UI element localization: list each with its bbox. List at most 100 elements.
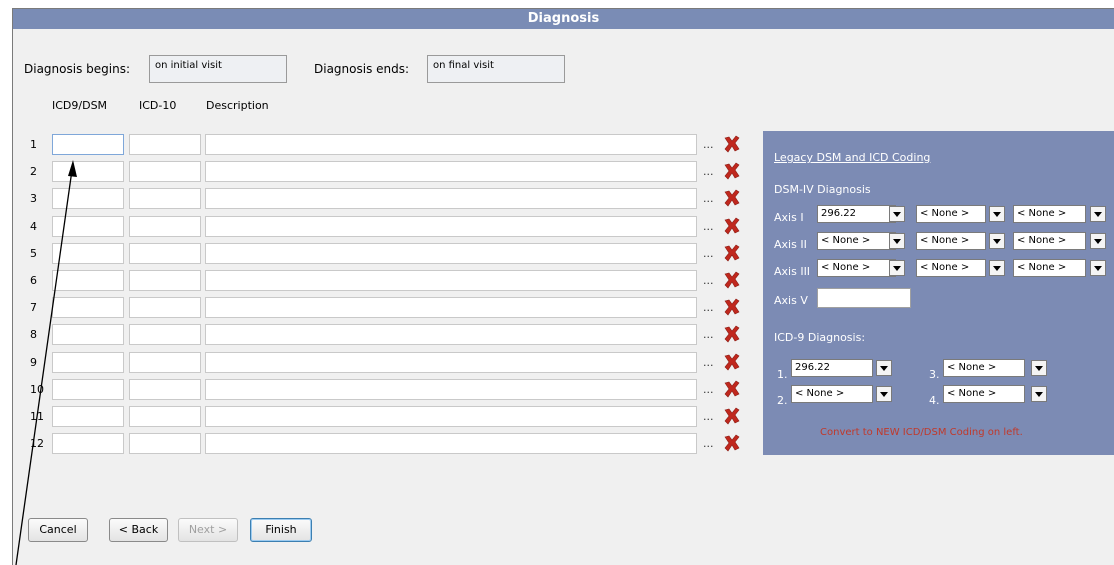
icd10-input[interactable] xyxy=(129,270,201,291)
chevron-down-icon[interactable] xyxy=(1031,386,1047,402)
axis1-combo-2[interactable]: < None > xyxy=(916,205,986,223)
icd9-input[interactable] xyxy=(52,161,124,183)
chevron-down-icon[interactable] xyxy=(989,206,1005,222)
description-input[interactable] xyxy=(205,215,697,237)
axis1-combo-3[interactable]: < None > xyxy=(1013,205,1086,223)
description-input[interactable] xyxy=(205,270,697,291)
delete-icon[interactable] xyxy=(722,134,742,154)
icd10-input[interactable] xyxy=(129,134,201,155)
icd10-input[interactable] xyxy=(129,351,201,373)
back-button[interactable]: < Back xyxy=(109,518,168,542)
icd10-input[interactable] xyxy=(129,188,201,210)
icd9-combo-2[interactable]: < None > xyxy=(791,385,873,403)
delete-icon[interactable] xyxy=(722,352,742,372)
browse-button[interactable]: ... xyxy=(703,328,714,341)
chevron-down-icon[interactable] xyxy=(889,260,905,276)
chevron-down-icon[interactable] xyxy=(1090,260,1106,276)
icd10-input[interactable] xyxy=(129,378,201,400)
axis2-combo-3[interactable]: < None > xyxy=(1013,232,1086,250)
description-input[interactable] xyxy=(205,134,697,155)
description-input[interactable] xyxy=(205,297,697,319)
icd9-input[interactable] xyxy=(52,215,124,237)
delete-icon[interactable] xyxy=(722,297,742,317)
delete-icon[interactable] xyxy=(722,324,742,344)
browse-button[interactable]: ... xyxy=(703,247,714,260)
icd10-input[interactable] xyxy=(129,161,201,183)
axis2-combo-2[interactable]: < None > xyxy=(916,232,986,250)
description-input[interactable] xyxy=(205,242,697,264)
icd9-input[interactable] xyxy=(52,351,124,373)
browse-button[interactable]: ... xyxy=(703,220,714,233)
chevron-down-icon[interactable] xyxy=(1090,233,1106,249)
icd9-input[interactable] xyxy=(52,324,124,346)
delete-icon[interactable] xyxy=(722,161,742,181)
browse-button[interactable]: ... xyxy=(703,410,714,423)
browse-button[interactable]: ... xyxy=(703,383,714,396)
delete-icon[interactable] xyxy=(722,270,742,290)
cancel-button[interactable]: Cancel xyxy=(28,518,88,542)
axis3-combo-2[interactable]: < None > xyxy=(916,259,986,277)
chevron-down-icon[interactable] xyxy=(989,233,1005,249)
delete-icon[interactable] xyxy=(722,433,742,453)
icd10-input[interactable] xyxy=(129,324,201,346)
icd9-input[interactable] xyxy=(52,270,124,291)
icd9-input[interactable] xyxy=(52,433,124,455)
browse-button[interactable]: ... xyxy=(703,356,714,369)
row-number: 10 xyxy=(30,382,44,396)
chevron-down-icon[interactable] xyxy=(876,386,892,402)
diagnosis-begins-field[interactable]: on initial visit xyxy=(149,55,287,83)
description-input[interactable] xyxy=(205,378,697,400)
finish-button[interactable]: Finish xyxy=(250,518,312,542)
delete-icon[interactable] xyxy=(722,243,742,263)
browse-button[interactable]: ... xyxy=(703,192,714,205)
browse-button[interactable]: ... xyxy=(703,138,714,151)
icd9-input[interactable] xyxy=(52,134,124,155)
axis5-input[interactable] xyxy=(817,288,911,308)
row-number: 8 xyxy=(30,328,37,342)
browse-button[interactable]: ... xyxy=(703,165,714,178)
browse-button[interactable]: ... xyxy=(703,301,714,314)
icd9-combo-4[interactable]: < None > xyxy=(943,385,1025,403)
icd9-input[interactable] xyxy=(52,188,124,210)
axis1-combo-1[interactable]: 296.22 xyxy=(817,205,896,223)
axis3-combo-1[interactable]: < None > xyxy=(817,259,896,277)
legacy-heading[interactable]: Legacy DSM and ICD Coding xyxy=(774,151,930,164)
icd9-combo-3[interactable]: < None > xyxy=(943,359,1025,377)
icd9-combo-1[interactable]: 296.22 xyxy=(791,359,873,377)
description-input[interactable] xyxy=(205,161,697,183)
description-input[interactable] xyxy=(205,351,697,373)
browse-button[interactable]: ... xyxy=(703,274,714,287)
axis5-label: Axis V xyxy=(774,294,808,307)
axis2-combo-1[interactable]: < None > xyxy=(817,232,896,250)
browse-button[interactable]: ... xyxy=(703,437,714,450)
icd9-input[interactable] xyxy=(52,297,124,319)
chevron-down-icon[interactable] xyxy=(889,233,905,249)
chevron-down-icon[interactable] xyxy=(1031,360,1047,376)
description-input[interactable] xyxy=(205,433,697,455)
chevron-down-icon[interactable] xyxy=(876,360,892,376)
icd10-input[interactable] xyxy=(129,215,201,237)
delete-icon[interactable] xyxy=(722,216,742,236)
delete-icon[interactable] xyxy=(722,379,742,399)
delete-icon[interactable] xyxy=(722,188,742,208)
icd10-input[interactable] xyxy=(129,242,201,264)
icd9-input[interactable] xyxy=(52,406,124,427)
next-button[interactable]: Next > xyxy=(178,518,238,542)
row-number: 4 xyxy=(30,219,37,233)
convert-note: Convert to NEW ICD/DSM Coding on left. xyxy=(820,427,1023,438)
chevron-down-icon[interactable] xyxy=(889,206,905,222)
icd9-input[interactable] xyxy=(52,242,124,264)
description-input[interactable] xyxy=(205,188,697,210)
chevron-down-icon[interactable] xyxy=(1090,206,1106,222)
axis3-combo-3[interactable]: < None > xyxy=(1013,259,1086,277)
row-number: 3 xyxy=(30,192,37,206)
chevron-down-icon[interactable] xyxy=(989,260,1005,276)
icd9-input[interactable] xyxy=(52,378,124,400)
description-input[interactable] xyxy=(205,324,697,346)
delete-icon[interactable] xyxy=(722,406,742,426)
diagnosis-ends-field[interactable]: on final visit xyxy=(427,55,565,83)
icd10-input[interactable] xyxy=(129,406,201,427)
icd10-input[interactable] xyxy=(129,433,201,455)
icd10-input[interactable] xyxy=(129,297,201,319)
description-input[interactable] xyxy=(205,406,697,427)
